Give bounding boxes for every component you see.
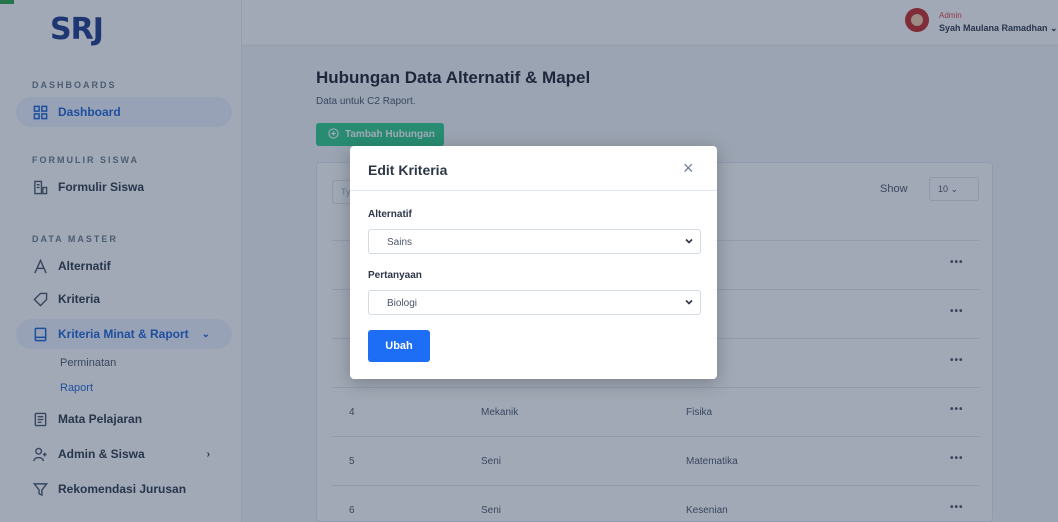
edit-kriteria-modal: Edit Kriteria × Alternatif Sains Pertany… (350, 146, 717, 379)
pertanyaan-value: Biologi (387, 298, 418, 309)
pertanyaan-select[interactable]: Biologi (368, 290, 701, 315)
pertanyaan-label: Pertanyaan (368, 270, 422, 281)
modal-divider (350, 190, 717, 191)
ubah-button[interactable]: Ubah (368, 330, 430, 362)
alternatif-value: Sains (387, 237, 413, 248)
alternatif-label: Alternatif (368, 209, 412, 220)
close-icon[interactable]: × (683, 159, 694, 177)
chevron-down-icon (684, 297, 694, 307)
alternatif-select[interactable]: Sains (368, 229, 701, 254)
chevron-down-icon (684, 236, 694, 246)
modal-title: Edit Kriteria (368, 162, 448, 178)
